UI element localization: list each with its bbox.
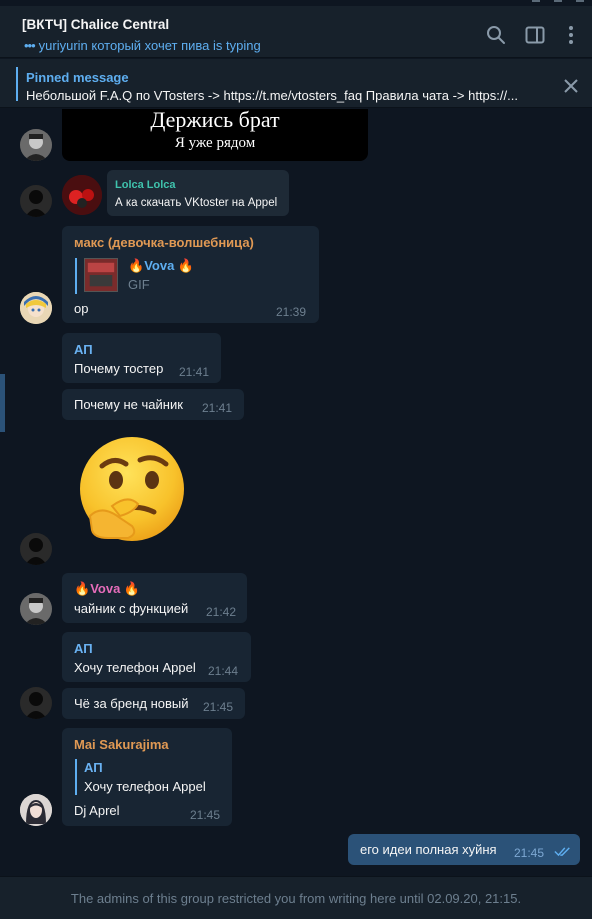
message-bubble[interactable]: Lolca Lolca А ка скачать VKtoster на App… bbox=[107, 170, 289, 216]
sticker-text-line2: Я уже рядом bbox=[174, 135, 256, 151]
chat-header[interactable]: [ВКТЧ] Chalice Central ••• yuriyurin кото… bbox=[0, 6, 592, 58]
message-bubble[interactable]: макс (девочка-волшебница) 🔥Vova 🔥 GIF ор… bbox=[62, 226, 319, 323]
fire-icon: 🔥 bbox=[177, 258, 195, 273]
reply-avatar-image bbox=[62, 175, 102, 215]
gif-thumbnail bbox=[84, 258, 118, 292]
message-text: его идеи полная хуйня bbox=[360, 842, 497, 857]
pinned-text: Небольшой F.A.Q по VTosters -> https://t… bbox=[26, 88, 518, 103]
message-time: 21:39 bbox=[276, 305, 307, 319]
typing-status: ••• yuriyurin который хочет пива is typin… bbox=[24, 38, 261, 53]
avatar[interactable] bbox=[20, 533, 52, 565]
avatar-image bbox=[20, 129, 52, 161]
message-time: 21:45 bbox=[203, 700, 234, 714]
avatar-image bbox=[20, 533, 52, 565]
message-text: Dj Aprel bbox=[74, 803, 120, 818]
reply-name[interactable]: АП bbox=[84, 760, 103, 775]
close-icon[interactable] bbox=[563, 78, 579, 94]
restriction-footer: The admins of this group restricted you … bbox=[0, 876, 592, 919]
window-close-icon[interactable] bbox=[576, 0, 584, 4]
typing-text: yuriyurin который хочет пива is typing bbox=[38, 38, 261, 53]
sticker-text-line1: Держись брат bbox=[150, 109, 280, 132]
message-text: Почему тостер bbox=[74, 361, 164, 376]
message-sender[interactable]: макс (девочка-волшебница) bbox=[74, 235, 254, 250]
message-time: 21:41 bbox=[179, 365, 210, 379]
message-bubble[interactable]: Mai Sakurajima АП Хочу телефон Appel Dj … bbox=[62, 728, 232, 826]
typing-dots-icon: ••• bbox=[24, 38, 36, 53]
message-text: Хочу телефон Appel bbox=[74, 660, 196, 675]
reply-type: GIF bbox=[128, 277, 150, 292]
window-minimize-icon[interactable] bbox=[532, 0, 540, 4]
message-bubble[interactable]: АП Почему тостер 21:41 bbox=[62, 333, 221, 383]
message-text: ор bbox=[74, 301, 89, 316]
message-list[interactable]: Держись брат Я уже рядом Lolca Lolca А к… bbox=[0, 109, 592, 876]
avatar-image bbox=[20, 794, 52, 826]
avatar-image bbox=[20, 185, 52, 217]
avatar-image bbox=[20, 593, 52, 625]
scrollbar[interactable] bbox=[0, 374, 5, 432]
message-time: 21:45 bbox=[190, 808, 221, 822]
chat-title: [ВКТЧ] Chalice Central bbox=[22, 17, 170, 32]
message-text: чайник с функцией bbox=[74, 601, 189, 616]
fire-icon: 🔥 bbox=[123, 581, 141, 596]
reply-accent-bar bbox=[75, 258, 77, 294]
reply-name: 🔥Vova 🔥 bbox=[128, 258, 194, 274]
avatar-image bbox=[20, 292, 52, 324]
message-bubble[interactable]: Чё за бренд новый 21:45 bbox=[62, 688, 245, 719]
search-icon[interactable] bbox=[486, 25, 506, 45]
message-text: Чё за бренд новый bbox=[74, 696, 189, 711]
avatar-image bbox=[20, 687, 52, 719]
pinned-accent-bar bbox=[16, 67, 18, 101]
message-bubble[interactable]: Почему не чайник 21:41 bbox=[62, 389, 244, 420]
fire-icon: 🔥 bbox=[128, 258, 145, 273]
restriction-text: The admins of this group restricted you … bbox=[70, 890, 522, 906]
message-bubble[interactable]: 🔥Vova 🔥 чайник с функцией 21:42 bbox=[62, 573, 247, 623]
message-sender[interactable]: АП bbox=[74, 342, 93, 357]
double-check-icon bbox=[554, 847, 570, 857]
message-time: 21:45 bbox=[514, 846, 545, 860]
sidebar-toggle-icon[interactable] bbox=[525, 25, 545, 45]
pinned-label: Pinned message bbox=[26, 70, 129, 85]
more-icon[interactable] bbox=[561, 25, 581, 45]
message-sender[interactable]: АП bbox=[74, 641, 93, 656]
avatar[interactable] bbox=[20, 292, 52, 324]
message-time: 21:44 bbox=[208, 664, 239, 678]
avatar[interactable] bbox=[20, 794, 52, 826]
fire-icon: 🔥 bbox=[74, 581, 91, 596]
pinned-message-bar[interactable]: Pinned message Небольшой F.A.Q по VToste… bbox=[0, 59, 592, 108]
window-maximize-icon[interactable] bbox=[554, 0, 562, 4]
reply-accent-bar bbox=[75, 759, 77, 795]
sticker-image[interactable]: Держись брат Я уже рядом bbox=[62, 109, 368, 161]
avatar[interactable] bbox=[20, 185, 52, 217]
avatar[interactable] bbox=[20, 593, 52, 625]
message-sender[interactable]: Mai Sakurajima bbox=[74, 737, 169, 752]
avatar[interactable] bbox=[20, 129, 52, 161]
reply-avatar bbox=[62, 175, 102, 215]
message-time: 21:42 bbox=[206, 605, 237, 619]
message-bubble[interactable]: АП Хочу телефон Appel 21:44 bbox=[62, 632, 251, 682]
message-time: 21:41 bbox=[202, 401, 233, 415]
avatar[interactable] bbox=[20, 687, 52, 719]
message-sender-text: Vova bbox=[90, 581, 121, 596]
message-text: А ка скачать VKtoster на Appel bbox=[115, 197, 278, 209]
reply-name-text: Vova bbox=[144, 258, 175, 273]
outgoing-message-bubble[interactable]: его идеи полная хуйня 21:45 bbox=[348, 834, 580, 865]
message-sender[interactable]: Lolca Lolca bbox=[115, 179, 176, 191]
gif-thumbnail-image bbox=[85, 259, 117, 291]
thinking-emoji[interactable] bbox=[72, 434, 192, 554]
message-sender[interactable]: 🔥Vova 🔥 bbox=[74, 581, 140, 597]
reply-text: Хочу телефон Appel bbox=[84, 779, 206, 794]
message-text: Почему не чайник bbox=[74, 397, 183, 412]
